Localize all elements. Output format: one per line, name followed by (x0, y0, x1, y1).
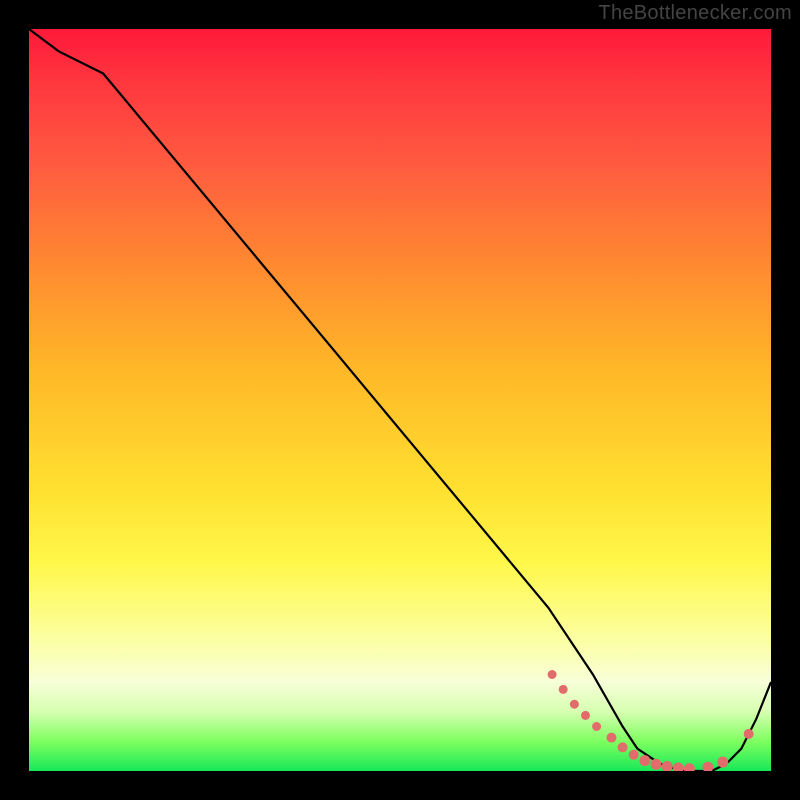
curve-marker (592, 722, 601, 731)
curve-marker (702, 762, 713, 771)
marker-group (548, 670, 754, 771)
curve-marker (651, 759, 662, 770)
curve-marker (570, 700, 579, 709)
curve-marker (673, 763, 684, 772)
curve-marker (559, 685, 568, 694)
chart-frame: TheBottlenecker.com (0, 0, 800, 800)
curve-marker (717, 757, 728, 768)
chart-svg (29, 29, 771, 771)
curve-marker (618, 742, 628, 752)
curve-marker (607, 733, 617, 743)
curve-marker (548, 670, 557, 679)
plot-area (29, 29, 771, 771)
bottleneck-curve (29, 29, 771, 771)
curve-marker (639, 755, 650, 766)
watermark-label: TheBottlenecker.com (598, 2, 792, 25)
curve-marker (684, 763, 695, 771)
curve-marker (744, 729, 754, 739)
curve-marker (629, 750, 639, 760)
curve-marker (581, 711, 590, 720)
curve-marker (662, 761, 673, 771)
